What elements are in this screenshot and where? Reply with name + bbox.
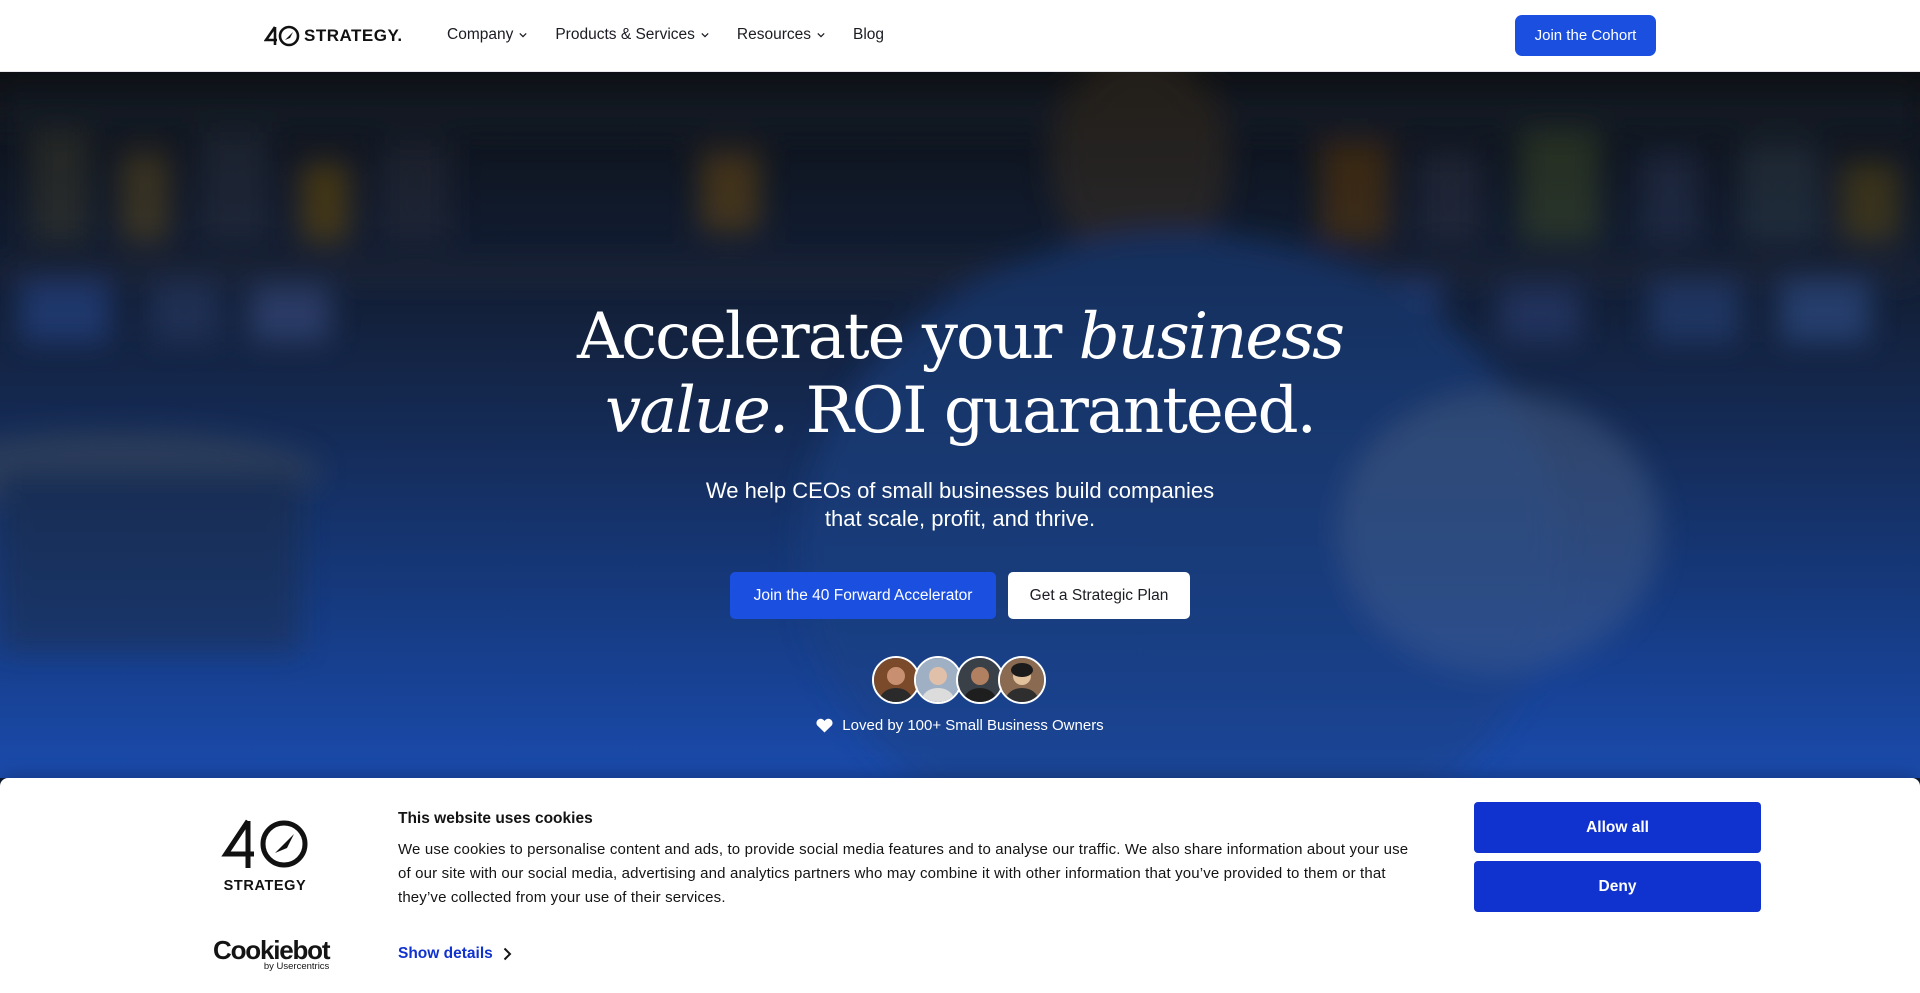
join-cohort-button[interactable]: Join the Cohort	[1515, 15, 1656, 56]
cookie-banner-title: This website uses cookies	[398, 810, 593, 827]
site-logo[interactable]: STRATEGY.	[264, 25, 403, 47]
hero-subtitle-line2: that scale, profit, and thrive.	[824, 506, 1096, 531]
cookie-banner-text: We use cookies to personalise content an…	[398, 841, 1409, 906]
cookiebot-logo[interactable]: Cookiebot by Usercentrics	[213, 935, 331, 972]
chevron-down-icon	[519, 32, 527, 38]
show-details-label: Show details	[398, 945, 493, 962]
nav-item-label: Resources	[736, 26, 811, 43]
hero-title-em2: value.	[605, 374, 789, 448]
social-proof: Loved by 100+ Small Business Owners	[0, 717, 1920, 734]
show-details-link[interactable]: Show details	[398, 945, 512, 963]
chevron-right-icon	[503, 947, 512, 961]
hero-subtitle: We help CEOs of small businesses build c…	[0, 477, 1920, 533]
cookiebot-name: Cookiebot	[213, 935, 331, 965]
hero-title-part1: Accelerate your	[577, 300, 1079, 374]
hero-section: Accelerate your business value. ROI guar…	[0, 72, 1920, 778]
deny-button[interactable]: Deny	[1474, 861, 1761, 912]
nav-item-label: Products & Services	[555, 26, 695, 43]
avatar	[998, 656, 1046, 704]
cookie-logo-text: STRATEGY	[223, 878, 307, 894]
avatar	[914, 656, 962, 704]
customer-avatars	[872, 656, 1046, 704]
top-navigation: STRATEGY. Company Products & Services Re…	[0, 0, 1920, 72]
avatar	[956, 656, 1004, 704]
hero-title-em1: business	[1078, 300, 1345, 374]
strategic-plan-button[interactable]: Get a Strategic Plan	[1008, 572, 1190, 619]
forty-compass-logo-icon	[264, 25, 300, 47]
nav-item-resources[interactable]: Resources	[737, 26, 825, 44]
nav-item-products-services[interactable]: Products & Services	[555, 26, 709, 44]
allow-all-button[interactable]: Allow all	[1474, 802, 1761, 853]
nav-item-company[interactable]: Company	[447, 26, 527, 44]
forty-compass-logo-icon	[221, 819, 308, 868]
nav-item-label: Company	[447, 26, 514, 43]
cookie-consent-banner: STRATEGY This website uses cookies We us…	[0, 778, 1920, 993]
hero-subtitle-line1: We help CEOs of small businesses build c…	[705, 478, 1215, 503]
hero-title: Accelerate your business value. ROI guar…	[0, 300, 1920, 448]
nav-menu: Company Products & Services Resources Bl…	[447, 0, 912, 70]
logo-text: STRATEGY.	[304, 26, 403, 45]
social-proof-text: Loved by 100+ Small Business Owners	[842, 717, 1104, 734]
avatar	[872, 656, 920, 704]
nav-item-blog[interactable]: Blog	[853, 26, 884, 44]
hero-title-part2: ROI guaranteed.	[787, 374, 1317, 448]
heart-icon	[816, 718, 833, 733]
nav-item-label: Blog	[853, 26, 885, 43]
cookie-banner-logo: STRATEGY	[220, 818, 310, 894]
chevron-down-icon	[817, 32, 825, 38]
join-accelerator-button[interactable]: Join the 40 Forward Accelerator	[730, 572, 996, 619]
chevron-down-icon	[701, 32, 709, 38]
